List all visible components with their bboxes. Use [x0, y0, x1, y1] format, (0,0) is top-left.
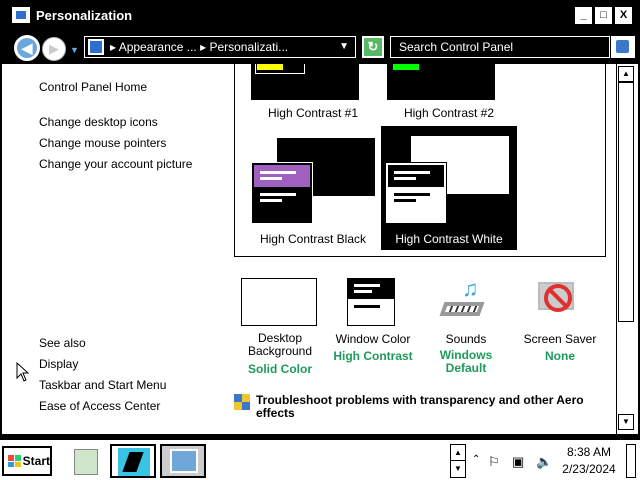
- screen-saver-value[interactable]: None: [514, 349, 606, 363]
- ease-of-access-link[interactable]: Ease of Access Center: [39, 399, 160, 413]
- taskbar-scroll-down-icon[interactable]: ▼: [451, 461, 465, 477]
- window-title: Personalization: [36, 7, 133, 23]
- title-bar: Personalization _ □ X: [2, 2, 638, 28]
- clock-time: 8:38 AM: [566, 445, 612, 459]
- action-center-flag-icon[interactable]: ⚐: [488, 454, 500, 470]
- taskbar: Start ▲ ▼ ⌃ ⚐ ▣ 🔈 8:38 AM 2/23/2024: [0, 438, 640, 480]
- scroll-thumb[interactable]: [618, 82, 634, 322]
- theme-high-contrast-2[interactable]: [387, 64, 495, 100]
- window-color-icon[interactable]: [347, 278, 395, 326]
- start-label: Start: [22, 454, 50, 468]
- taskbar-start-menu-link[interactable]: Taskbar and Start Menu: [39, 378, 166, 392]
- theme-high-contrast-black[interactable]: [251, 126, 377, 226]
- address-dropdown-icon[interactable]: ▼: [339, 41, 349, 52]
- desktop-background-value[interactable]: Solid Color: [236, 362, 324, 376]
- volume-muted-icon[interactable]: 🔈: [536, 454, 552, 470]
- forward-button[interactable]: ▶: [42, 37, 66, 61]
- see-also-heading: See also: [39, 336, 86, 350]
- forward-arrow-icon: ▶: [49, 41, 59, 56]
- address-toolbar: ◀ ▶ ▼ ▸ Appearance ... ▸ Personalizati..…: [2, 28, 638, 64]
- taskbar-calculator-button[interactable]: [62, 444, 108, 478]
- screen-saver-title[interactable]: Screen Saver: [514, 332, 606, 346]
- recent-pages-dropdown-icon[interactable]: ▼: [70, 45, 79, 55]
- window-color-value[interactable]: High Contrast: [327, 349, 419, 363]
- back-arrow-icon: ◀: [21, 39, 33, 56]
- taskbar-control-panel-button[interactable]: [160, 444, 206, 478]
- screen-saver-icon[interactable]: [534, 276, 582, 324]
- windows-logo-icon: [8, 455, 21, 467]
- media-app-icon: [118, 448, 150, 476]
- mouse-cursor-icon: [16, 362, 30, 382]
- maximize-button[interactable]: □: [595, 7, 612, 24]
- theme-high-contrast-1[interactable]: [251, 64, 359, 100]
- taskbar-scroll-up-icon[interactable]: ▲: [451, 445, 465, 461]
- minimize-button[interactable]: _: [575, 7, 592, 24]
- calculator-icon: [74, 449, 98, 475]
- change-account-picture-link[interactable]: Change your account picture: [39, 157, 192, 171]
- theme-label-high-contrast-white[interactable]: High Contrast White: [381, 232, 517, 246]
- change-mouse-pointers-link[interactable]: Change mouse pointers: [39, 136, 166, 150]
- content-pane: Control Panel Home Change desktop icons …: [2, 64, 616, 434]
- theme-label-high-contrast-black[interactable]: High Contrast Black: [251, 232, 375, 246]
- control-panel-taskbar-icon: [170, 449, 198, 473]
- theme-label-high-contrast-2[interactable]: High Contrast #2: [387, 106, 511, 120]
- taskbar-app-button[interactable]: [110, 444, 156, 478]
- show-desktop-button[interactable]: [626, 444, 636, 478]
- search-input[interactable]: Search Control Panel: [390, 36, 610, 58]
- scroll-up-arrow-icon[interactable]: ▲: [618, 66, 634, 82]
- taskbar-scroll-buttons[interactable]: ▲ ▼: [450, 444, 466, 478]
- control-panel-icon: [12, 7, 30, 23]
- personalization-window: Personalization _ □ X ◀ ▶ ▼ ▸ Appearance…: [0, 0, 640, 436]
- scroll-down-arrow-icon[interactable]: ▼: [618, 414, 634, 430]
- sounds-icon[interactable]: ♫: [439, 276, 492, 326]
- close-button[interactable]: X: [615, 7, 632, 24]
- window-color-title[interactable]: Window Color: [327, 332, 419, 346]
- troubleshoot-link[interactable]: Troubleshoot problems with transparency …: [256, 394, 596, 420]
- clock-date: 2/23/2024: [562, 462, 616, 476]
- change-desktop-icons-link[interactable]: Change desktop icons: [39, 115, 158, 129]
- desktop-background-icon[interactable]: [241, 278, 317, 326]
- breadcrumb[interactable]: ▸ Appearance ... ▸ Personalizati...: [110, 40, 288, 54]
- sounds-value[interactable]: Windows Default: [422, 349, 510, 375]
- theme-high-contrast-white-selected[interactable]: High Contrast White: [381, 126, 517, 250]
- show-hidden-icons-icon[interactable]: ⌃: [472, 454, 480, 465]
- theme-label-high-contrast-1[interactable]: High Contrast #1: [251, 106, 375, 120]
- system-clock[interactable]: 8:38 AM 2/23/2024: [556, 444, 622, 478]
- control-panel-home-link[interactable]: Control Panel Home: [39, 80, 147, 94]
- shield-icon: [234, 394, 250, 410]
- search-icon[interactable]: [611, 36, 635, 58]
- address-field[interactable]: ▸ Appearance ... ▸ Personalizati... ▼: [84, 36, 356, 58]
- display-link[interactable]: Display: [39, 357, 78, 371]
- control-panel-address-icon: [88, 39, 104, 55]
- start-button[interactable]: Start: [2, 446, 52, 476]
- theme-gallery: High Contrast #1 High Contrast #2 High C…: [234, 64, 606, 257]
- desktop-background-title[interactable]: Desktop Background: [236, 332, 324, 358]
- refresh-button[interactable]: ↻: [362, 36, 384, 58]
- vertical-scrollbar[interactable]: ▲ ▼: [616, 64, 636, 434]
- back-button[interactable]: ◀: [14, 35, 40, 61]
- network-icon[interactable]: ▣: [512, 454, 524, 470]
- sounds-title[interactable]: Sounds: [422, 332, 510, 346]
